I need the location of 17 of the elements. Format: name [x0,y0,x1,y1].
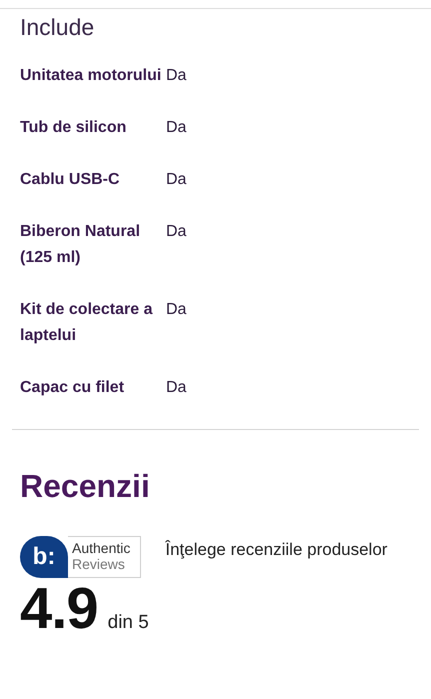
spec-label: Tub de silicon [20,118,128,138]
rating-scale: din 5 [108,612,149,634]
spec-label: Biberon Natural (125 ml) [20,222,142,268]
spec-value: Da [166,300,188,320]
spec-value: Da [166,118,188,138]
spec-label: Unitatea motorului [20,66,162,86]
spec-value: Da [166,378,188,398]
rating-score: 4.9 [20,580,98,638]
reviews-info-link[interactable]: Înţelege recenziile produselor [165,540,388,560]
spec-value: Da [166,66,188,86]
spec-label: Kit de colectare a laptelui [20,300,154,346]
spec-value: Da [166,222,188,242]
spec-label: Cablu USB-C [20,170,121,190]
reviews-title: Recenzii [20,467,151,506]
spec-value: Da [166,170,188,190]
spec-label: Capac cu filet [20,378,126,398]
section-title: Include [20,13,96,42]
